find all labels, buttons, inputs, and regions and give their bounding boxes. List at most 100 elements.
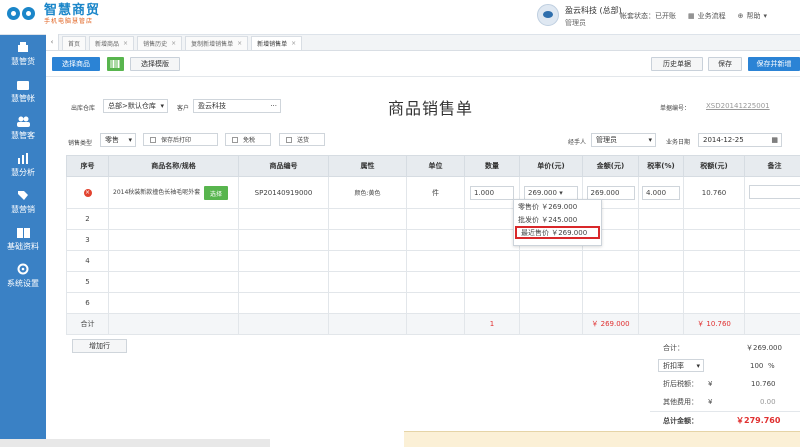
order-number-label: 单据编号： [660, 105, 691, 112]
table-row: × 2014秋装新款撞色长袖毛呢外套 选择 SP20140919000 颜色:黄… [66, 176, 800, 209]
goods-name: 2014秋装新款撞色长袖毛呢外套 [113, 189, 201, 196]
quantity-input[interactable]: 1.000 [470, 185, 514, 200]
handler-select[interactable]: 管理员 ▾ [591, 133, 656, 147]
customer-input[interactable]: 盈云科技 ··· [193, 99, 281, 113]
header-attribute: 属性 [328, 155, 407, 177]
tab-bar: ‹ 首页 新增商品 × 销售历史 × 复制新增销售单 × 新增销售单 × [46, 34, 800, 51]
tab-sales-history[interactable]: 销售历史 × [137, 36, 183, 50]
history-button[interactable]: 历史单据 [651, 57, 703, 71]
other-fee-label: 其他费用： [663, 398, 698, 406]
flow-icon: ▦ [688, 12, 695, 20]
brand-logo[interactable]: 智慧商贸 手机电脑慧管店 [6, 3, 100, 25]
barcode-button[interactable] [107, 57, 124, 71]
order-table: 序号 商品名称/规格 商品编号 属性 单位 数量 单价(元) 金额(元) 税率(… [66, 155, 800, 335]
select-template-button[interactable]: 选择模版 [130, 57, 180, 71]
price-dropdown: 零售价 ￥269.000 批发价 ￥245.000 最近售价 ￥269.000 [513, 199, 602, 246]
after-discount-symbol: ¥ [708, 380, 713, 388]
tab-new-goods[interactable]: 新增商品 × [89, 36, 135, 50]
goods-icon [16, 41, 30, 54]
top-bar: 智慧商贸 手机电脑慧管店 盈云科技 (总部) 管理员 帐套状态：已开账 ▦ 业务流… [0, 0, 800, 35]
table-row: 4 [66, 250, 800, 272]
sidebar-item-analysis[interactable]: 慧分析 [0, 146, 46, 183]
warehouse-select[interactable]: 总部>默认仓库 ▾ [103, 99, 168, 113]
header-seq: 序号 [66, 155, 109, 177]
tab-new-sales-order[interactable]: 新增销售单 × [251, 36, 303, 50]
close-icon[interactable]: × [171, 40, 176, 47]
print-after-save-checkbox[interactable]: 保存后打印 [143, 133, 218, 146]
after-discount-label: 折后税额： [663, 380, 698, 388]
sidebar-item-settings[interactable]: 系统设置 [0, 257, 46, 294]
tax-rate-input[interactable]: 4.000 [642, 185, 680, 200]
help-link[interactable]: ⊕ 帮助 ▾ [738, 11, 767, 21]
customer-label: 客户 [177, 105, 190, 112]
checkbox-icon [286, 136, 292, 143]
other-fee-value[interactable]: 0.00 [760, 398, 776, 406]
header-price: 单价(元) [519, 155, 583, 177]
tax-free-checkbox[interactable]: 免税 [225, 133, 271, 146]
brand-subtitle: 手机电脑慧管店 [44, 17, 94, 25]
order-form: 出库仓库 总部>默认仓库 ▾ 客户 盈云科技 ··· 商品销售单 单据编号： XSD… [46, 78, 800, 148]
sidebar-item-marketing[interactable]: 慧营销 [0, 183, 46, 220]
brand-title: 智慧商贸 [44, 2, 101, 18]
retail-price-option[interactable]: 零售价 ￥269.000 [514, 200, 601, 213]
date-input[interactable]: 2014-12-25 ▦ [698, 133, 782, 147]
table-sum-row: 合计 1 ￥ 269.000 ￥ 10.760 [66, 313, 800, 335]
remark-input[interactable] [748, 184, 800, 199]
close-icon[interactable]: × [123, 40, 128, 47]
book-icon [16, 226, 30, 239]
amount-input[interactable]: 269.000 [586, 185, 635, 200]
table-row: 5 [66, 271, 800, 293]
header-amount: 金额(元) [582, 155, 639, 177]
sidebar-item-goods[interactable]: 慧管货 [0, 35, 46, 72]
close-icon[interactable]: × [237, 40, 242, 47]
sale-type-select[interactable]: 零售 ▾ [100, 133, 136, 147]
recent-price-option[interactable]: 最近售价 ￥269.000 [515, 226, 600, 239]
goods-code: SP20140919000 [238, 176, 329, 209]
calendar-icon[interactable]: ▦ [771, 136, 778, 144]
delivery-checkbox[interactable]: 送货 [279, 133, 325, 146]
select-goods-button[interactable]: 选择商品 [52, 57, 100, 71]
tab-copy-sales-order[interactable]: 复制新增销售单 × [185, 36, 249, 50]
price-select[interactable]: 269.000 ▾ [524, 185, 578, 200]
goods-attribute: 颜色:黄色 [328, 176, 407, 209]
save-button[interactable]: 保存 [708, 57, 742, 71]
wholesale-price-option[interactable]: 批发价 ￥245.000 [514, 213, 601, 226]
company-avatar [537, 4, 559, 26]
discount-value[interactable]: 100 [750, 362, 763, 370]
sidebar-item-accounts[interactable]: 慧管帐 [0, 72, 46, 109]
table-row: 3 [66, 229, 800, 251]
sidebar-item-customers[interactable]: 慧管客 [0, 109, 46, 146]
tab-home[interactable]: 首页 [62, 36, 87, 50]
chevron-down-icon: ▾ [160, 102, 164, 110]
handler-label: 经手人 [568, 139, 587, 146]
close-icon[interactable]: × [291, 40, 296, 47]
sidebar-item-basic-data[interactable]: 基础资料 [0, 220, 46, 257]
remove-row-icon[interactable]: × [83, 189, 92, 197]
discount-type-select[interactable]: 折扣率 ▾ [658, 359, 704, 372]
percent-sign: % [768, 362, 775, 370]
more-icon: ··· [270, 102, 277, 110]
subtotal-label: 合计： [663, 344, 684, 352]
header-code: 商品编号 [238, 155, 329, 177]
company-profile[interactable]: 盈云科技 (总部) 管理员 [537, 4, 622, 29]
chevron-down-icon: ▾ [696, 361, 700, 370]
header-name: 商品名称/规格 [108, 155, 239, 177]
header-quantity: 数量 [464, 155, 520, 177]
company-name: 盈云科技 (总部) [565, 6, 622, 15]
chevron-left-icon[interactable]: ‹ [46, 34, 59, 50]
add-row-button[interactable]: 增加行 [72, 339, 127, 353]
date-label: 业务日期 [666, 139, 691, 146]
business-flow-link[interactable]: ▦ 业务流程 [688, 11, 726, 21]
choose-goods-button[interactable]: 选择 [204, 186, 228, 200]
sum-amount: ￥ 269.000 [582, 313, 639, 335]
chevron-down-icon: ▾ [648, 136, 652, 144]
chevron-down-icon: ▾ [128, 136, 132, 144]
goods-unit: 件 [406, 176, 465, 209]
wallet-icon [16, 78, 30, 91]
save-and-new-button[interactable]: 保存并新增 [748, 57, 800, 71]
header-unit: 单位 [406, 155, 465, 177]
sum-quantity: 1 [464, 313, 520, 335]
tag-icon [16, 189, 30, 202]
horizontal-scrollbar[interactable] [0, 439, 270, 447]
table-row: 2 [66, 208, 800, 230]
